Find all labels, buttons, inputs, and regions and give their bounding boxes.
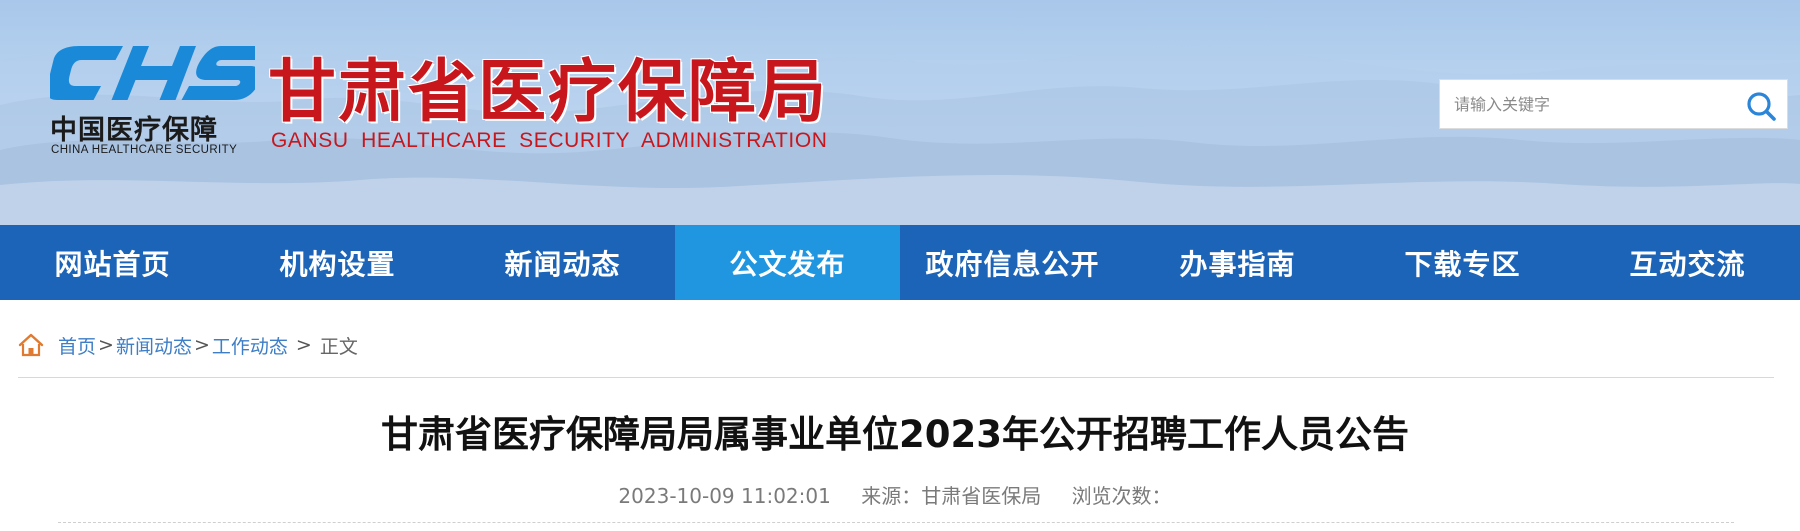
nav-item-documents[interactable]: 公文发布 (675, 225, 900, 300)
breadcrumb-news[interactable]: 新闻动态 (116, 332, 192, 359)
logo-text-en: CHINA HEALTHCARE SECURITY (51, 144, 238, 156)
meta-divider (58, 522, 1734, 523)
nav-item-organization[interactable]: 机构设置 (225, 225, 450, 300)
nav-item-home[interactable]: 网站首页 (0, 225, 225, 300)
search-input[interactable] (1454, 80, 1734, 128)
article-meta: 2023-10-09 11:02:01 来源：甘肃省医保局 浏览次数： (0, 480, 1790, 509)
content-divider (18, 377, 1774, 378)
article-date: 2023-10-09 11:02:01 (618, 484, 831, 508)
breadcrumb-current: 正文 (319, 335, 358, 358)
site-title: 甘肃省医疗保障局 (268, 53, 829, 132)
site-subtitle: GANSU HEALTHCARE SECURITY ADMINISTRATION (271, 129, 828, 152)
breadcrumb-separator: > (98, 334, 114, 356)
header-banner: 中国医疗保障 CHINA HEALTHCARE SECURITY 甘肃省医疗保障… (0, 0, 1800, 225)
breadcrumb-separator: > (193, 334, 210, 356)
chs-logo-icon (50, 46, 255, 100)
main-nav: 网站首页 机构设置 新闻动态 公文发布 政府信息公开 办事指南 下载专区 互动交… (0, 225, 1800, 300)
nav-item-gov-info[interactable]: 政府信息公开 (900, 225, 1125, 300)
breadcrumb-home[interactable]: 首页 (58, 332, 96, 359)
nav-item-news[interactable]: 新闻动态 (450, 225, 675, 300)
article-title: 甘肃省医疗保障局局属事业单位2023年公开招聘工作人员公告 (381, 413, 1409, 456)
breadcrumb-separator: > (295, 334, 312, 356)
search-box (1439, 79, 1788, 129)
article-views: 浏览次数： (1071, 484, 1172, 508)
home-icon (18, 333, 44, 357)
nav-item-services-guide[interactable]: 办事指南 (1125, 225, 1350, 300)
nav-item-downloads[interactable]: 下载专区 (1350, 225, 1575, 300)
breadcrumb-work-news[interactable]: 工作动态 (212, 332, 288, 359)
breadcrumb: 首页 > 新闻动态 > 工作动态 > 正文 (18, 330, 358, 360)
search-icon[interactable] (1745, 90, 1777, 122)
nav-item-interaction[interactable]: 互动交流 (1575, 225, 1800, 300)
article-source: 来源：甘肃省医保局 (861, 484, 1042, 508)
logo-text-cn: 中国医疗保障 (50, 115, 218, 146)
